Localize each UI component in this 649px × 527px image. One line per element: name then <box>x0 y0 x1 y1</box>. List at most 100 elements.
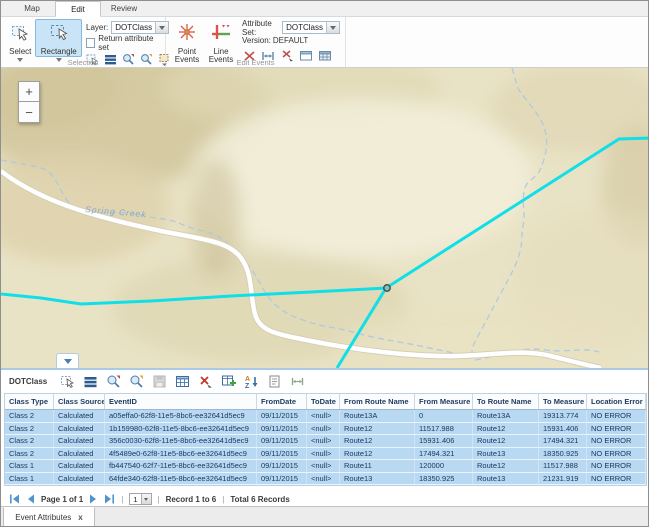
column-header[interactable]: Location Error <box>587 394 646 409</box>
first-page-icon[interactable] <box>9 494 20 504</box>
table-row[interactable]: Class 1Calculated64fde340-62f8-11e5-8bc6… <box>5 473 646 486</box>
ribbon: Map Edit Review Select <box>1 1 648 68</box>
version-value: DEFAULT <box>273 36 308 45</box>
map-viewport[interactable]: Spring Creek + − <box>1 68 649 368</box>
table-cell: Class 2 <box>5 410 54 422</box>
page-number-dropdown[interactable]: 1 <box>129 493 151 505</box>
table-cell: Route12 <box>340 448 415 460</box>
measure-icon[interactable] <box>289 374 305 390</box>
table-row[interactable]: Class 2Calculated4f5489e0-62f8-11e5-8bc6… <box>5 448 646 461</box>
table-cell: 0 <box>415 410 473 422</box>
attribute-set-dropdown[interactable]: DOTClass <box>282 21 340 34</box>
return-attribute-set-label: Return attribute set <box>98 34 160 52</box>
table-cell: 19313.774 <box>539 410 587 422</box>
select-tool-button[interactable]: Select <box>5 19 35 57</box>
table-body: Class 2 Calculated a05effa0-62f8-11e5-8bc6… <box>5 410 646 485</box>
table-cell: Route12 <box>340 423 415 435</box>
close-tab-icon[interactable]: x <box>78 513 82 522</box>
app-window: Map Edit Review Select <box>0 0 649 527</box>
selection-group: Select Rectangle Layer: <box>1 17 166 67</box>
edit-events-group-label: Edit Events <box>166 58 345 67</box>
pan-to-selection-icon[interactable] <box>128 374 144 390</box>
table-cell: 17494.321 <box>415 448 473 460</box>
zoom-in-button[interactable]: + <box>18 81 40 102</box>
table-cell: <null> <box>307 473 340 485</box>
column-header[interactable]: Class Source <box>54 394 105 409</box>
version-label: Version: <box>242 36 271 45</box>
tab-map[interactable]: Map <box>9 1 55 16</box>
tab-review[interactable]: Review <box>101 1 147 16</box>
point-events-icon <box>176 22 198 47</box>
table-cell: Route12 <box>473 423 539 435</box>
column-header[interactable]: Class Type <box>5 394 54 409</box>
svg-text:Z: Z <box>245 383 250 389</box>
table-cell: NO ERROR <box>587 460 646 472</box>
map-zoom-control: + − <box>18 81 40 123</box>
layer-dropdown[interactable]: DOTClass <box>111 21 169 34</box>
table-cell: 18350.925 <box>539 448 587 460</box>
pager-separator: | <box>222 495 224 504</box>
add-record-icon[interactable] <box>220 374 236 390</box>
attribute-set-dropdown-arrow-icon[interactable] <box>326 22 339 33</box>
table-cell: Calculated <box>54 473 105 485</box>
line-events-button[interactable]: Line Events <box>204 19 238 57</box>
table-cell: Class 2 <box>5 423 54 435</box>
table-row[interactable]: Class 1Calculatedfb447540-62f7-11e5-8bc6… <box>5 460 646 473</box>
pager-separator: | <box>158 495 160 504</box>
panel-toolbar: DOTClass <box>1 370 649 393</box>
map-canvas[interactable]: Spring Creek <box>1 68 649 368</box>
zoom-to-selection-icon[interactable] <box>105 374 121 390</box>
table-cell: 64fde340-62f8-11e5-8bc6-ee32641d5ec9 <box>105 473 257 485</box>
ribbon-tabbar: Map Edit Review <box>1 1 648 17</box>
table-cell: Route13A <box>473 410 539 422</box>
table-cell: NO ERROR <box>587 448 646 460</box>
column-header[interactable]: From Measure <box>415 394 473 409</box>
table-cell: a05effa0-62f8-11e5-8bc6-ee32641d5ec9 <box>105 410 257 422</box>
pager-separator: | <box>121 495 123 504</box>
table-cell: Class 1 <box>5 460 54 472</box>
bottom-tab-bar: Event Attributes x <box>1 506 649 527</box>
tab-edit[interactable]: Edit <box>55 1 101 17</box>
rectangle-tool-label: Rectangle <box>41 48 77 56</box>
tab-event-attributes[interactable]: Event Attributes x <box>3 507 95 527</box>
panel-collapse-button[interactable] <box>56 353 79 368</box>
report-icon[interactable] <box>266 374 282 390</box>
switch-table-icon[interactable] <box>174 374 190 390</box>
record-range-text: Record 1 to 6 <box>166 495 217 504</box>
table-row[interactable]: Class 2Calculated356c0030-62f8-11e5-8bc6… <box>5 435 646 448</box>
line-events-icon <box>210 22 232 47</box>
select-tool-icon <box>10 22 30 47</box>
point-events-button[interactable]: Point Events <box>170 19 204 57</box>
total-records-text: Total 6 Records <box>230 495 289 504</box>
table-cell: Class 1 <box>5 473 54 485</box>
table-row[interactable]: Class 2Calculated1b159980-62f8-11e5-8bc6… <box>5 423 646 436</box>
return-attribute-set-checkbox[interactable] <box>86 38 95 48</box>
next-page-icon[interactable] <box>89 494 98 504</box>
last-page-icon[interactable] <box>104 494 115 504</box>
page-number-dropdown-arrow-icon[interactable] <box>141 494 151 504</box>
table-cell: Route13 <box>340 473 415 485</box>
column-header[interactable]: EventID <box>105 394 257 409</box>
column-header[interactable]: To Route Name <box>473 394 539 409</box>
table-cell: 356c0030-62f8-11e5-8bc6-ee32641d5ec9 <box>105 435 257 447</box>
column-header[interactable]: To Measure <box>539 394 587 409</box>
table-cell: NO ERROR <box>587 473 646 485</box>
route-junction-marker[interactable] <box>384 285 390 291</box>
attributes-table-icon[interactable] <box>82 374 98 390</box>
rectangle-tool-button[interactable]: Rectangle <box>35 19 82 57</box>
table-row[interactable]: Class 2Calculateda05effa0-62f8-11e5-8bc6… <box>5 410 646 423</box>
select-icon[interactable] <box>59 374 75 390</box>
save-icon[interactable] <box>151 374 167 390</box>
table-cell: 1b159980-62f8-11e5-8bc6-ee32641d5ec9 <box>105 423 257 435</box>
column-header[interactable]: From Route Name <box>340 394 415 409</box>
table-cell: 11517.988 <box>415 423 473 435</box>
column-header[interactable]: ToDate <box>307 394 340 409</box>
table-cell: <null> <box>307 435 340 447</box>
table-cell: 120000 <box>415 460 473 472</box>
sort-icon[interactable]: AZ <box>243 374 259 390</box>
ribbon-body: Select Rectangle Layer: <box>1 17 648 67</box>
clear-selection-icon[interactable] <box>197 374 213 390</box>
column-header[interactable]: FromDate <box>257 394 307 409</box>
zoom-out-button[interactable]: − <box>18 102 40 123</box>
previous-page-icon[interactable] <box>26 494 35 504</box>
